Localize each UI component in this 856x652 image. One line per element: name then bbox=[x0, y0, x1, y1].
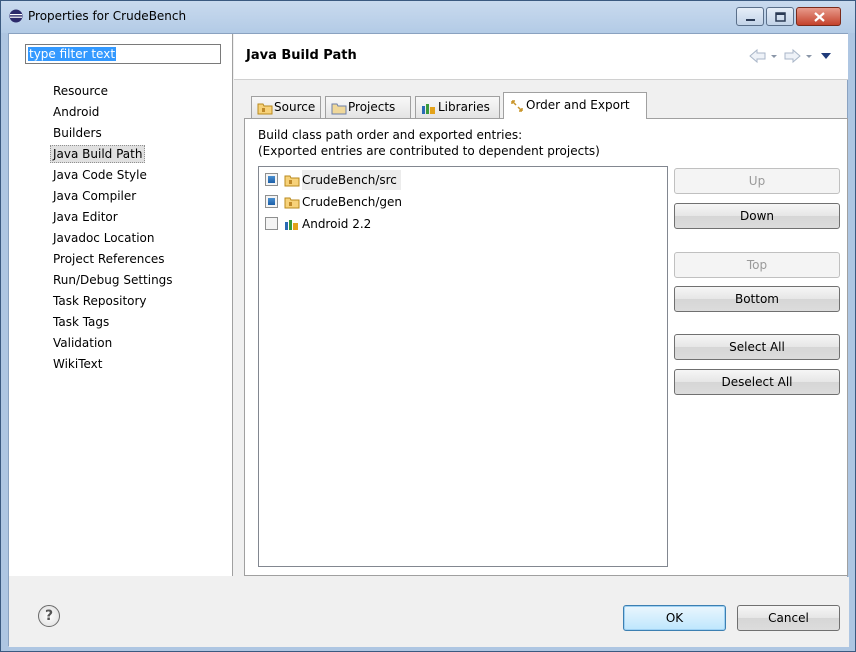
top-button[interactable]: Top bbox=[674, 252, 840, 278]
sidebar-item-resource[interactable]: Resource bbox=[9, 81, 231, 102]
sidebar-item-task-repository[interactable]: Task Repository bbox=[9, 291, 231, 312]
order-export-panel: Build class path order and exported entr… bbox=[244, 118, 848, 576]
export-checkbox[interactable] bbox=[265, 173, 278, 186]
sidebar-item-wikitext[interactable]: WikiText bbox=[9, 354, 231, 375]
tab-order-and-export[interactable]: Order and Export bbox=[503, 92, 647, 119]
minimize-icon bbox=[746, 19, 755, 21]
tab-source[interactable]: Source bbox=[251, 96, 321, 118]
sidebar-item-run-debug-settings[interactable]: Run/Debug Settings bbox=[9, 270, 231, 291]
sidebar-item-validation[interactable]: Validation bbox=[9, 333, 231, 354]
sidebar-item-java-editor[interactable]: Java Editor bbox=[9, 207, 231, 228]
entry-label: CrudeBench/gen bbox=[302, 195, 402, 209]
ok-button[interactable]: OK bbox=[623, 605, 726, 631]
up-button[interactable]: Up bbox=[674, 168, 840, 194]
export-checkbox[interactable] bbox=[265, 195, 278, 208]
select-all-button[interactable]: Select All bbox=[674, 334, 840, 360]
filter-input[interactable]: type filter text bbox=[25, 44, 221, 64]
eclipse-icon bbox=[9, 9, 23, 23]
sidebar-item-java-build-path[interactable]: Java Build Path bbox=[9, 144, 231, 165]
history-nav[interactable] bbox=[748, 48, 834, 64]
order-export-description: Build class path order and exported entr… bbox=[258, 127, 600, 159]
property-pages-pane: type filter text Resource Android Builde… bbox=[9, 34, 233, 576]
minimize-button[interactable] bbox=[736, 7, 764, 26]
description-line-2: (Exported entries are contributed to dep… bbox=[258, 144, 600, 158]
page-header: Java Build Path bbox=[234, 34, 848, 80]
tab-projects[interactable]: Projects bbox=[325, 96, 411, 118]
sidebar-item-javadoc-location[interactable]: Javadoc Location bbox=[9, 228, 231, 249]
properties-dialog: Properties for CrudeBench type filter te… bbox=[0, 0, 856, 652]
description-line-1: Build class path order and exported entr… bbox=[258, 128, 523, 142]
deselect-all-button[interactable]: Deselect All bbox=[674, 369, 840, 395]
source-folder-icon bbox=[284, 175, 300, 187]
forward-arrow-icon[interactable] bbox=[784, 48, 801, 64]
dialog-client: type filter text Resource Android Builde… bbox=[8, 33, 849, 647]
close-button[interactable] bbox=[796, 7, 841, 26]
sidebar-item-task-tags[interactable]: Task Tags bbox=[9, 312, 231, 333]
close-icon bbox=[814, 12, 825, 22]
tab-libraries[interactable]: Libraries bbox=[415, 96, 500, 118]
property-pages-tree: Resource Android Builders Java Build Pat… bbox=[9, 81, 231, 375]
maximize-icon bbox=[775, 12, 786, 22]
entry-label: Android 2.2 bbox=[302, 217, 372, 231]
help-icon[interactable]: ? bbox=[38, 605, 60, 627]
sidebar-item-android[interactable]: Android bbox=[9, 102, 231, 123]
sidebar-item-java-compiler[interactable]: Java Compiler bbox=[9, 186, 231, 207]
library-icon bbox=[285, 220, 298, 230]
cancel-button[interactable]: Cancel bbox=[737, 605, 840, 631]
classpath-entries-list[interactable]: CrudeBench/src CrudeBench/gen Android 2.… bbox=[258, 166, 668, 567]
view-menu-icon[interactable] bbox=[821, 53, 831, 59]
dialog-footer: ? OK Cancel bbox=[9, 577, 849, 647]
back-arrow-icon[interactable] bbox=[749, 48, 766, 64]
projects-icon bbox=[331, 103, 347, 115]
libraries-icon bbox=[422, 104, 435, 114]
down-button[interactable]: Down bbox=[674, 203, 840, 229]
entry-label: CrudeBench/src bbox=[302, 170, 401, 190]
sidebar-item-java-code-style[interactable]: Java Code Style bbox=[9, 165, 231, 186]
back-dropdown-icon[interactable] bbox=[771, 55, 777, 58]
bottom-button[interactable]: Bottom bbox=[674, 286, 840, 312]
filter-text: type filter text bbox=[28, 47, 117, 61]
title-bar[interactable]: Properties for CrudeBench bbox=[1, 1, 855, 33]
maximize-button[interactable] bbox=[766, 7, 794, 26]
forward-dropdown-icon[interactable] bbox=[806, 55, 812, 58]
sidebar-item-project-references[interactable]: Project References bbox=[9, 249, 231, 270]
source-folder-icon bbox=[257, 103, 273, 115]
order-export-icon bbox=[511, 100, 523, 112]
source-folder-icon bbox=[284, 197, 300, 209]
page-title: Java Build Path bbox=[246, 48, 357, 63]
export-checkbox[interactable] bbox=[265, 217, 278, 230]
property-page: Java Build Path Source Projects Librarie… bbox=[234, 34, 848, 576]
window-title: Properties for CrudeBench bbox=[28, 9, 187, 23]
sidebar-item-builders[interactable]: Builders bbox=[9, 123, 231, 144]
